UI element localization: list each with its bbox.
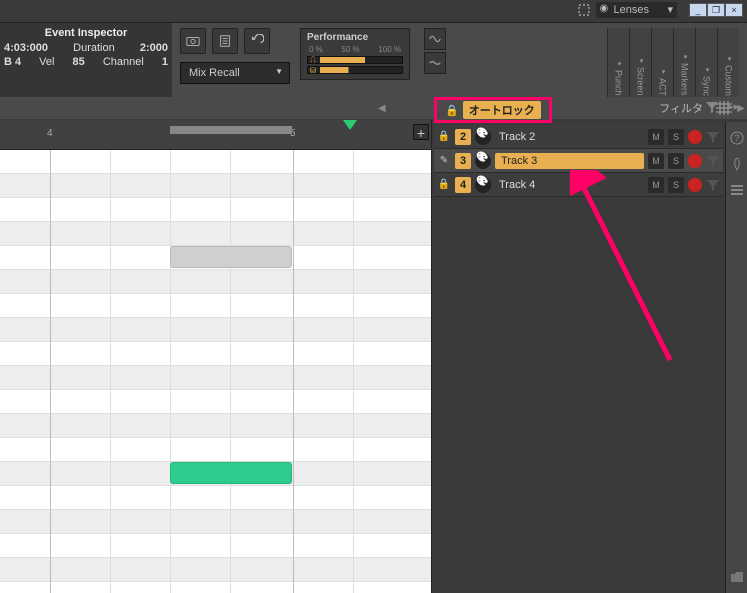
sync-tab[interactable]: ▾Sync (695, 28, 717, 98)
track-name[interactable]: Track 3 (495, 153, 644, 169)
event-note[interactable]: B 4 (4, 56, 21, 68)
playhead[interactable] (343, 120, 357, 130)
punch-tab[interactable]: ▾Punch (607, 28, 629, 98)
track-number[interactable]: 4 (455, 177, 471, 193)
camera-button[interactable] (180, 28, 206, 54)
track-row[interactable]: ✎ 3 Track 3 M S (434, 149, 723, 173)
undo-button[interactable] (244, 28, 270, 54)
wave-zoom-out-button[interactable] (424, 52, 446, 74)
svg-text:?: ? (734, 133, 739, 143)
track-number[interactable]: 3 (455, 153, 471, 169)
record-button[interactable] (688, 178, 702, 192)
track-filter-icon[interactable] (706, 130, 720, 144)
event-duration[interactable]: 2:000 (140, 42, 168, 54)
lock-icon[interactable]: 🔒 (437, 131, 451, 142)
close-button[interactable]: × (725, 3, 743, 17)
lock-icon: 🔒 (445, 104, 459, 117)
palette-icon[interactable] (475, 177, 491, 193)
track-filter-icon[interactable] (706, 154, 720, 168)
channel-label: Channel (103, 56, 144, 68)
custom-tab[interactable]: ▾Custom (717, 28, 739, 98)
filter-icon[interactable] (705, 100, 719, 114)
screen-tab[interactable]: ▾Screen (629, 28, 651, 98)
track-name[interactable]: Track 4 (495, 177, 644, 193)
event-inspector-panel: Event Inspector 4:03:000 Duration 2:000 … (0, 23, 172, 97)
mute-button[interactable]: M (648, 129, 664, 145)
filter-label[interactable]: フィルタ (659, 100, 703, 116)
ruler-mark: 4 (47, 128, 53, 139)
panel-help-icon[interactable]: ? (729, 130, 745, 146)
record-button[interactable] (688, 154, 702, 168)
panel-rocket-icon[interactable] (729, 156, 745, 172)
crop-icon[interactable] (576, 2, 592, 18)
vel-label: Vel (39, 56, 54, 68)
solo-button[interactable]: S (668, 153, 684, 169)
ruler-selection[interactable] (170, 126, 292, 134)
auto-lock-button[interactable]: 🔒 オートロック (434, 97, 552, 123)
duration-label: Duration (73, 42, 115, 54)
lenses-dropdown[interactable]: Lenses (596, 2, 677, 18)
pencil-icon[interactable]: ✎ (437, 155, 451, 166)
solo-button[interactable]: S (668, 177, 684, 193)
right-sidepanel: ? (725, 122, 747, 593)
track-row[interactable]: 🔒 4 Track 4 M S (434, 173, 723, 197)
event-time[interactable]: 4:03:000 (4, 42, 48, 54)
expand-button[interactable]: ▸▸ (728, 100, 739, 113)
panel-folder-icon[interactable] (729, 569, 745, 585)
event-vel[interactable]: 85 (73, 56, 85, 68)
inspector-title: Event Inspector (4, 27, 168, 39)
clip[interactable] (170, 462, 292, 484)
mix-recall-dropdown[interactable]: Mix Recall (180, 62, 290, 84)
ruler-prev-icon[interactable]: ◀ (378, 103, 386, 114)
palette-icon[interactable] (475, 153, 491, 169)
clip[interactable] (170, 246, 292, 268)
mute-button[interactable]: M (648, 177, 664, 193)
track-list: 🔒 2 Track 2 M S ✎ 3 Track 3 M S 🔒 4 Trac… (434, 125, 723, 197)
document-button[interactable] (212, 28, 238, 54)
track-filter-icon[interactable] (706, 178, 720, 192)
mute-button[interactable]: M (648, 153, 664, 169)
track-number[interactable]: 2 (455, 129, 471, 145)
disk-meter: ⛁ (307, 66, 403, 74)
markers-tab[interactable]: ▾Markers (673, 28, 695, 98)
performance-panel: Performance 0 % 50 % 100 % ⎍ ⛁ (300, 28, 410, 80)
timeline[interactable]: 4 5 (0, 120, 432, 593)
record-button[interactable] (688, 130, 702, 144)
minimize-button[interactable]: _ (689, 3, 707, 17)
act-tab[interactable]: ▾ACT (651, 28, 673, 98)
track-name[interactable]: Track 2 (495, 129, 644, 145)
cpu-meter: ⎍ (307, 56, 403, 64)
track-row[interactable]: 🔒 2 Track 2 M S (434, 125, 723, 149)
panel-list-icon[interactable] (729, 182, 745, 198)
add-track-button[interactable]: + (413, 124, 429, 140)
wave-zoom-in-button[interactable] (424, 28, 446, 50)
lock-icon[interactable]: 🔒 (437, 179, 451, 190)
event-channel[interactable]: 1 (162, 56, 168, 68)
annotation-arrow (570, 170, 690, 370)
restore-button[interactable]: ❐ (707, 3, 725, 17)
solo-button[interactable]: S (668, 129, 684, 145)
performance-title: Performance (307, 32, 403, 43)
palette-icon[interactable] (475, 129, 491, 145)
ruler[interactable]: 4 5 (0, 120, 431, 150)
auto-lock-label: オートロック (463, 101, 541, 119)
